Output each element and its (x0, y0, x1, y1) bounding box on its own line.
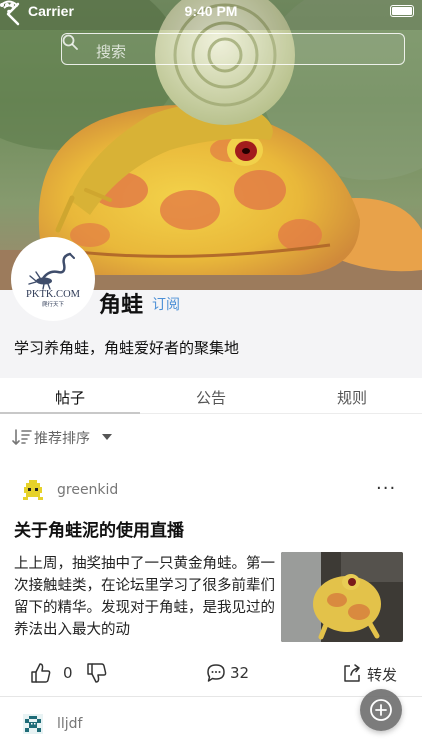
user-avatar[interactable] (20, 711, 46, 737)
frog-thumbnail-image (281, 552, 403, 642)
add-icon (370, 699, 392, 721)
share-icon[interactable] (342, 663, 362, 683)
battery-icon (390, 5, 414, 17)
comment-icon[interactable] (206, 663, 226, 683)
active-tab-indicator (0, 412, 140, 414)
comment-count: 32 (230, 664, 250, 682)
sort-icon (12, 429, 32, 445)
post-excerpt[interactable]: 上上周，抽奖抽中了一只黄金角蛙。第一次接触蛙类，在论坛里学习了很多前辈们留下的精… (14, 553, 276, 641)
forum-avatar: PKTK.COM 爬行天下 (11, 237, 95, 321)
search-input[interactable]: 搜索 (61, 33, 405, 65)
post-divider (0, 696, 422, 697)
post-action-bar: 0 32 转发 (0, 660, 422, 688)
forum-title: 角蛙 (99, 293, 144, 318)
post-thumbnail[interactable] (281, 552, 403, 642)
tab-posts[interactable]: 帖子 (0, 387, 140, 408)
user-avatar[interactable] (20, 477, 46, 503)
search-icon (62, 34, 78, 50)
add-post-button[interactable] (360, 689, 402, 731)
scorpion-logo: PKTK.COM 爬行天下 (14, 240, 92, 318)
avatar-logo-text: PKTK.COM (26, 289, 81, 300)
forum-description: 学习养角蛙，角蛙爱好者的聚集地 (14, 339, 240, 357)
status-bar: Carrier 9:40 PM (0, 0, 422, 22)
share-label[interactable]: 转发 (367, 664, 397, 685)
back-icon[interactable] (0, 0, 28, 28)
subscribe-button[interactable]: 订阅 (152, 294, 180, 314)
chevron-down-icon (102, 434, 112, 440)
thumb-down-icon[interactable] (86, 662, 108, 684)
avatar-logo-subtext: 爬行天下 (42, 300, 65, 308)
tab-rules[interactable]: 规则 (282, 387, 422, 408)
tab-announcements[interactable]: 公告 (141, 387, 281, 408)
thumb-up-icon[interactable] (30, 662, 52, 684)
clock: 9:40 PM (184, 3, 238, 19)
like-count: 0 (63, 664, 73, 682)
search-placeholder: 搜索 (96, 43, 127, 61)
post-username[interactable]: greenkid (57, 482, 118, 498)
post-title[interactable]: 关于角蛙泥的使用直播 (14, 516, 184, 541)
sort-label: 推荐排序 (34, 431, 90, 447)
post-username[interactable]: lljdf (57, 716, 82, 732)
more-options-button[interactable]: ··· (376, 478, 396, 499)
tab-bar: 帖子 公告 规则 (0, 378, 422, 414)
